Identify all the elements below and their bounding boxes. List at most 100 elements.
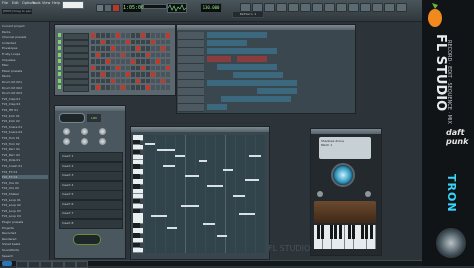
toolbar-button[interactable]: [288, 3, 299, 12]
mixer-slot[interactable]: Insert 7: [59, 209, 123, 219]
taskbar-app-button[interactable]: [64, 261, 76, 268]
tempo-display[interactable]: 130.000: [200, 3, 222, 13]
toolbar-button[interactable]: [240, 3, 251, 12]
step-button[interactable]: [126, 33, 130, 38]
menu-item-help[interactable]: Help: [52, 1, 60, 5]
mixer-knob[interactable]: [63, 128, 70, 135]
step-button[interactable]: [116, 85, 120, 90]
playlist-track-label[interactable]: [178, 88, 204, 96]
taskbar-app-button[interactable]: [76, 261, 88, 268]
piano-roll-note[interactable]: [175, 155, 185, 157]
toolbar-button[interactable]: [312, 3, 323, 12]
mixer-slot[interactable]: Insert 6: [59, 199, 123, 210]
step-button[interactable]: [116, 39, 120, 44]
step-button[interactable]: [96, 52, 100, 57]
step-button[interactable]: [111, 33, 115, 38]
browser-item[interactable]: Misc: [2, 63, 48, 67]
step-button[interactable]: [131, 33, 135, 38]
step-button[interactable]: [111, 72, 115, 77]
step-button[interactable]: [166, 72, 170, 77]
browser-item[interactable]: FL5_Clap 02: [2, 102, 48, 106]
step-button[interactable]: [96, 65, 100, 70]
step-button[interactable]: [96, 33, 100, 38]
mixer-slot[interactable]: Insert 5: [59, 190, 123, 200]
step-button[interactable]: [101, 65, 105, 70]
step-button[interactable]: [126, 39, 130, 44]
plugin-black-key[interactable]: [369, 225, 373, 239]
step-button[interactable]: [166, 33, 170, 38]
step-button[interactable]: [151, 78, 155, 83]
piano-roll-note[interactable]: [151, 215, 167, 217]
step-button[interactable]: [96, 59, 100, 64]
window-title-bar[interactable]: [131, 127, 269, 132]
step-button[interactable]: [121, 65, 125, 70]
browser-item[interactable]: Plugin presets: [2, 220, 48, 224]
step-button[interactable]: [131, 65, 135, 70]
step-button[interactable]: [146, 46, 150, 51]
step-button[interactable]: [151, 52, 155, 57]
step-button[interactable]: [91, 78, 95, 83]
step-button[interactable]: [151, 33, 155, 38]
step-button[interactable]: [111, 65, 115, 70]
step-button[interactable]: [161, 85, 165, 90]
browser-item[interactable]: Impulses: [2, 58, 48, 62]
playlist-pattern-block[interactable]: [233, 72, 283, 78]
step-button[interactable]: [146, 59, 150, 64]
toolbar-button[interactable]: [264, 3, 275, 12]
step-button[interactable]: [151, 72, 155, 77]
browser-item[interactable]: FL5_Loop 04: [2, 214, 48, 218]
plugin-black-key[interactable]: [347, 225, 351, 239]
step-button[interactable]: [166, 78, 170, 83]
browser-item[interactable]: FL5_Kick 02: [2, 119, 48, 123]
step-button[interactable]: [136, 65, 140, 70]
piano-keyboard[interactable]: [133, 135, 143, 254]
piano-roll-note[interactable]: [233, 195, 245, 197]
step-button[interactable]: [106, 52, 110, 57]
playlist-track-label[interactable]: [178, 56, 204, 64]
piano-roll-note[interactable]: [199, 160, 207, 162]
browser-item[interactable]: FL5_Perc 02: [2, 153, 48, 157]
step-button[interactable]: [126, 85, 130, 90]
step-button[interactable]: [96, 46, 100, 51]
step-button[interactable]: [131, 39, 135, 44]
browser-item[interactable]: Current project: [2, 24, 48, 28]
step-button[interactable]: [156, 52, 160, 57]
toolbar-button[interactable]: [360, 3, 371, 12]
step-button[interactable]: [141, 33, 145, 38]
step-button[interactable]: [131, 59, 135, 64]
step-button[interactable]: [141, 78, 145, 83]
step-button[interactable]: [126, 46, 130, 51]
plugin-black-key[interactable]: [365, 225, 369, 239]
piano-roll-note[interactable]: [163, 165, 175, 167]
toolbar-button[interactable]: [348, 3, 359, 12]
record-button[interactable]: [112, 4, 120, 12]
step-button[interactable]: [161, 72, 165, 77]
toolbar-button[interactable]: [252, 3, 263, 12]
step-button[interactable]: [101, 46, 105, 51]
step-button[interactable]: [166, 52, 170, 57]
step-button[interactable]: [116, 33, 120, 38]
step-button[interactable]: [121, 46, 125, 51]
pattern-selector[interactable]: Pattern 1: [232, 11, 264, 18]
step-button[interactable]: [96, 85, 100, 90]
step-button[interactable]: [141, 65, 145, 70]
playlist-pattern-block[interactable]: [257, 88, 297, 94]
step-button[interactable]: [166, 59, 170, 64]
playlist-track-label[interactable]: [178, 48, 204, 56]
step-button[interactable]: [111, 52, 115, 57]
playlist-track-label[interactable]: [178, 96, 204, 104]
step-button[interactable]: [166, 39, 170, 44]
menu-item-tools[interactable]: Tools: [32, 1, 41, 5]
step-button[interactable]: [91, 65, 95, 70]
playlist-track-label[interactable]: [178, 40, 204, 48]
browser-item[interactable]: Recorded: [2, 231, 48, 235]
step-button[interactable]: [131, 46, 135, 51]
step-button[interactable]: [126, 65, 130, 70]
step-button[interactable]: [156, 39, 160, 44]
step-button[interactable]: [96, 78, 100, 83]
step-button[interactable]: [106, 59, 110, 64]
toolbar-button[interactable]: [276, 3, 287, 12]
channel-name-button[interactable]: [63, 85, 89, 92]
browser-item[interactable]: Speech: [2, 254, 48, 258]
step-button[interactable]: [141, 46, 145, 51]
